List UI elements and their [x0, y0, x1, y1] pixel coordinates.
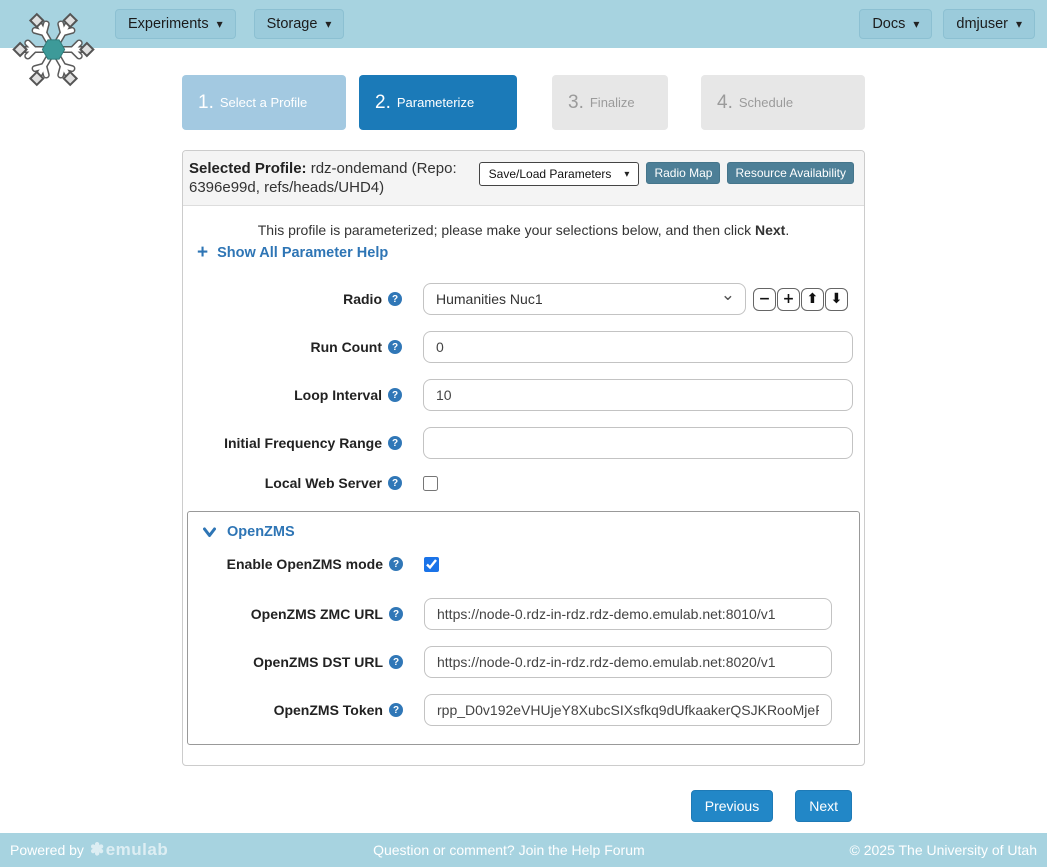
wizard-steps: 1. Select a Profile 2. Parameterize 3. F…: [182, 75, 865, 130]
caret-down-icon: ▾: [1016, 17, 1022, 31]
step-label: Finalize: [590, 95, 635, 110]
step-label: Schedule: [739, 95, 793, 110]
help-icon[interactable]: ?: [388, 340, 402, 354]
step-select-profile[interactable]: 1. Select a Profile: [182, 75, 346, 130]
navbar-right: Docs ▾ dmjuser ▾: [848, 9, 1035, 39]
step-number: 1.: [198, 92, 214, 114]
help-icon[interactable]: ?: [388, 476, 402, 490]
help-icon[interactable]: ?: [388, 436, 402, 450]
initial-frequency-range-input[interactable]: [423, 427, 853, 459]
form-row-loop-interval: Loop Interval ?: [183, 379, 864, 411]
local-web-server-label: Local Web Server: [265, 475, 382, 491]
resource-availability-button[interactable]: Resource Availability: [727, 162, 854, 184]
menu-experiments[interactable]: Experiments ▾: [115, 9, 236, 39]
initial-frequency-range-label: Initial Frequency Range: [224, 435, 382, 451]
openzms-section-title: OpenZMS: [227, 524, 295, 540]
help-icon[interactable]: ?: [388, 292, 402, 306]
form-row-openzms-zmc-url: OpenZMS ZMC URL ?: [188, 598, 859, 630]
panel-heading: Selected Profile: rdz-ondemand (Repo: 63…: [183, 151, 864, 206]
step-label: Parameterize: [397, 95, 474, 110]
instructions-text: This profile is parameterized; please ma…: [183, 222, 864, 238]
radio-label: Radio: [343, 291, 382, 307]
openzms-dst-url-input[interactable]: [424, 646, 832, 678]
form-row-run-count: Run Count ?: [183, 331, 864, 363]
loop-interval-input[interactable]: [423, 379, 853, 411]
caret-down-icon: ▾: [624, 169, 629, 180]
help-forum-link[interactable]: Join the Help Forum: [519, 842, 645, 858]
help-icon[interactable]: ?: [388, 388, 402, 402]
help-icon[interactable]: ?: [389, 703, 403, 717]
plus-icon: +: [197, 246, 208, 260]
menu-user-label: dmjuser: [956, 16, 1008, 32]
footer-question-text: Question or comment?: [373, 842, 515, 858]
radio-select[interactable]: Humanities Nuc1: [423, 283, 746, 315]
openzms-token-label: OpenZMS Token: [274, 702, 383, 718]
form-row-initial-frequency-range: Initial Frequency Range ?: [183, 427, 864, 459]
enable-openzms-checkbox[interactable]: [424, 557, 439, 572]
radio-map-button[interactable]: Radio Map: [646, 162, 720, 184]
menu-experiments-label: Experiments: [128, 16, 209, 32]
menu-user[interactable]: dmjuser ▾: [943, 9, 1035, 39]
selected-profile-label: Selected Profile:: [189, 160, 307, 177]
menu-docs-label: Docs: [872, 16, 905, 32]
form-row-openzms-dst-url: OpenZMS DST URL ?: [188, 646, 859, 678]
next-button[interactable]: Next: [795, 790, 852, 822]
heading-controls: Save/Load Parameters ▾ Radio Map Resourc…: [479, 159, 854, 197]
form-row-radio: Radio ? Humanities Nuc1 ⌄ − + ⬆ ⬇: [183, 283, 864, 315]
caret-down-icon: ▾: [913, 17, 919, 31]
step-finalize: 3. Finalize: [552, 75, 668, 130]
enable-openzms-label: Enable OpenZMS mode: [227, 556, 383, 572]
openzms-token-input[interactable]: [424, 694, 832, 726]
save-load-parameters-label: Save/Load Parameters: [489, 167, 612, 181]
selected-profile-text: Selected Profile: rdz-ondemand (Repo: 63…: [189, 159, 479, 197]
menu-docs[interactable]: Docs ▾: [859, 9, 932, 39]
openzms-zmc-url-input[interactable]: [424, 598, 832, 630]
previous-button[interactable]: Previous: [691, 790, 773, 822]
help-icon[interactable]: ?: [389, 557, 403, 571]
caret-down-icon: ▾: [325, 17, 331, 31]
form-row-enable-openzms: Enable OpenZMS mode ?: [188, 556, 859, 572]
save-load-parameters-dropdown[interactable]: Save/Load Parameters ▾: [479, 162, 640, 186]
snowflake-logo-icon[interactable]: [11, 7, 96, 92]
step-number: 4.: [717, 92, 733, 114]
caret-down-icon: ▾: [217, 17, 223, 31]
copyright-text: © 2025 The University of Utah: [850, 842, 1037, 858]
top-navbar: Experiments ▾ Storage ▾ Docs ▾ dmjuser ▾: [0, 0, 1047, 48]
chevron-down-icon: [203, 527, 216, 538]
step-parameterize[interactable]: 2. Parameterize: [359, 75, 517, 130]
radio-steppers: − + ⬆ ⬇: [753, 288, 848, 311]
help-icon[interactable]: ?: [389, 655, 403, 669]
openzms-zmc-url-label: OpenZMS ZMC URL: [251, 606, 383, 622]
openzms-section: OpenZMS Enable OpenZMS mode ? OpenZMS ZM…: [187, 511, 860, 745]
run-count-label: Run Count: [310, 339, 382, 355]
remove-radio-button[interactable]: −: [753, 288, 776, 311]
menu-storage[interactable]: Storage ▾: [254, 9, 345, 39]
form-row-local-web-server: Local Web Server ?: [183, 475, 864, 491]
page-footer: Powered by ✽emulab Question or comment? …: [0, 833, 1047, 867]
powered-by-label: Powered by: [10, 842, 84, 858]
step-number: 2.: [375, 92, 391, 114]
run-count-input[interactable]: [423, 331, 853, 363]
add-radio-button[interactable]: +: [777, 288, 800, 311]
flower-icon: ✽: [90, 840, 105, 860]
openzms-dst-url-label: OpenZMS DST URL: [253, 654, 383, 670]
wizard-actions: Previous Next: [182, 790, 865, 822]
show-all-parameter-help[interactable]: + Show All Parameter Help: [197, 245, 864, 261]
panel-body: This profile is parameterized; please ma…: [183, 206, 864, 765]
move-radio-down-button[interactable]: ⬇: [825, 288, 848, 311]
parameterize-panel: Selected Profile: rdz-ondemand (Repo: 63…: [182, 150, 865, 766]
show-all-parameter-help-label: Show All Parameter Help: [217, 245, 388, 261]
openzms-section-toggle[interactable]: OpenZMS: [203, 524, 859, 540]
step-number: 3.: [568, 92, 584, 114]
step-schedule: 4. Schedule: [701, 75, 865, 130]
move-radio-up-button[interactable]: ⬆: [801, 288, 824, 311]
form-row-openzms-token: OpenZMS Token ?: [188, 694, 859, 726]
emulab-logo[interactable]: ✽emulab: [90, 840, 168, 860]
help-icon[interactable]: ?: [389, 607, 403, 621]
local-web-server-checkbox[interactable]: [423, 476, 438, 491]
loop-interval-label: Loop Interval: [294, 387, 382, 403]
step-label: Select a Profile: [220, 95, 307, 110]
menu-storage-label: Storage: [267, 16, 318, 32]
